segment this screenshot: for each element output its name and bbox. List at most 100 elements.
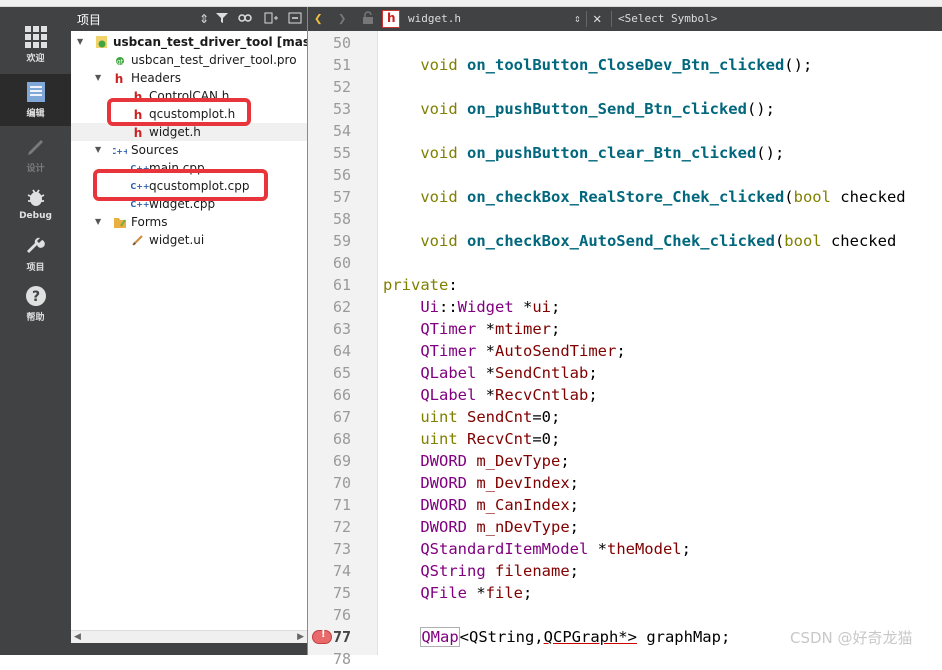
expand-arrow-icon[interactable]: ▼: [95, 72, 105, 84]
code-line[interactable]: void on_pushButton_clear_Btn_clicked();: [383, 142, 784, 164]
tree-item-usbcan-test-driver-tool-pro[interactable]: qt usbcan_test_driver_tool.pro: [71, 51, 307, 69]
mode-help[interactable]: ? 帮助: [0, 278, 71, 330]
code-line[interactable]: void on_pushButton_Send_Btn_clicked();: [383, 98, 775, 120]
code-line[interactable]: DWORD m_DevType;: [383, 450, 570, 472]
code-token: ;: [616, 342, 626, 360]
mode-label: 设计: [26, 164, 45, 174]
tree-item-forms[interactable]: ▼ Forms: [71, 213, 307, 231]
mode-wrench[interactable]: 项目: [0, 228, 71, 280]
code-line[interactable]: QMap<QString,QCPGraph*> graphMap;: [383, 626, 730, 648]
tree-item-qcustomplot-cpp[interactable]: C++ qcustomplot.cpp: [71, 177, 307, 195]
open-document-name[interactable]: widget.h: [408, 11, 461, 27]
code-line[interactable]: void on_checkBox_RealStore_Chek_clicked(…: [383, 186, 906, 208]
tree-item-widget-h[interactable]: h widget.h: [71, 123, 307, 141]
code-token: =0;: [532, 408, 561, 426]
mode-bar: 欢迎 编辑设计 Debug 项目? 帮助: [0, 7, 71, 655]
code-token: m_CanIndex: [476, 496, 570, 514]
code-line[interactable]: QTimer *AutoSendTimer;: [383, 340, 626, 362]
code-line[interactable]: uint SendCnt=0;: [383, 406, 560, 428]
warning-marker-icon[interactable]: [312, 629, 332, 644]
code-token: ;: [560, 452, 570, 470]
tree-item-widget-cpp[interactable]: C++ widget.cpp: [71, 195, 307, 213]
code-token: SendCnt: [467, 408, 533, 426]
code-token: file: [485, 584, 523, 602]
code-line[interactable]: DWORD m_CanIndex;: [383, 494, 579, 516]
code-token: RecvCnt: [467, 430, 533, 448]
line-number: 62: [332, 298, 351, 316]
scroll-right-icon[interactable]: ▶: [297, 632, 304, 642]
svg-text:h: h: [134, 90, 143, 103]
code-token: Ui: [420, 298, 439, 316]
code-line[interactable]: QTimer *mtimer;: [383, 318, 560, 340]
tree-item-controlcan-h[interactable]: h ControlCAN.h: [71, 87, 307, 105]
code-line[interactable]: void on_checkBox_AutoSend_Chek_clicked(b…: [383, 230, 896, 252]
code-token: DWORD: [420, 518, 467, 536]
link-editor-icon[interactable]: [237, 11, 253, 27]
code-token: on_pushButton_clear_Btn_clicked: [467, 144, 757, 162]
code-line[interactable]: QString filename;: [383, 560, 579, 582]
code-line[interactable]: private:: [383, 274, 458, 296]
code-token: checked: [830, 188, 906, 206]
code-line[interactable]: DWORD m_DevIndex;: [383, 472, 579, 494]
mode-grid[interactable]: 欢迎: [0, 19, 71, 71]
mode-bug[interactable]: Debug: [0, 177, 71, 229]
document-dropdown-icon[interactable]: ⇕: [574, 11, 581, 27]
code-token: ();: [784, 56, 813, 74]
project-pane-header: 项目 ⇕: [71, 7, 307, 31]
tree-item-headers[interactable]: ▼ h Headers: [71, 69, 307, 87]
code-token: on_checkBox_AutoSend_Chek_clicked: [467, 232, 775, 250]
tree-item-sources[interactable]: ▼ C++ Sources: [71, 141, 307, 159]
tree-item-widget-ui[interactable]: widget.ui: [71, 231, 307, 249]
line-number: 56: [332, 166, 351, 184]
code-line[interactable]: QLabel *SendCntlab;: [383, 362, 597, 384]
symbol-selector[interactable]: <Select Symbol>: [618, 11, 717, 27]
expand-arrow-icon[interactable]: ▼: [95, 216, 105, 228]
tree-item-main-cpp[interactable]: C++ main.cpp: [71, 159, 307, 177]
code-line[interactable]: DWORD m_nDevType;: [383, 516, 579, 538]
mode-edit-doc[interactable]: 编辑: [0, 74, 71, 126]
mode-pen: 设计: [0, 129, 71, 181]
filter-icon[interactable]: [214, 11, 230, 27]
view-selector-arrows-icon[interactable]: ⇕: [196, 11, 212, 27]
code-line[interactable]: Ui::Widget *ui;: [383, 296, 560, 318]
tree-item-usbcan-test-driver-tool-master[interactable]: ▼ usbcan_test_driver_tool [master]: [71, 33, 307, 51]
tree-item-label: widget.cpp: [149, 197, 216, 211]
code-editor[interactable]: void on_toolButton_CloseDev_Btn_clicked(…: [379, 31, 942, 655]
code-line[interactable]: void on_toolButton_CloseDev_Btn_clicked(…: [383, 54, 812, 76]
code-token: on_toolButton_CloseDev_Btn_clicked: [467, 56, 785, 74]
forms-folder-icon: [113, 215, 127, 229]
nav-back-icon[interactable]: ❮: [314, 11, 322, 27]
svg-text:h: h: [115, 72, 124, 85]
code-line[interactable]: uint RecvCnt=0;: [383, 428, 560, 450]
split-icon[interactable]: [263, 11, 279, 27]
code-token: mtimer: [495, 320, 551, 338]
code-token: *: [476, 320, 495, 338]
nav-forward-icon[interactable]: ❯: [338, 11, 346, 27]
code-line[interactable]: QFile *file;: [383, 582, 532, 604]
tree-item-qcustomplot-h[interactable]: h qcustomplot.h: [71, 105, 307, 123]
expand-arrow-icon[interactable]: ▼: [77, 36, 87, 48]
tree-horizontal-scrollbar[interactable]: ◀ ▶: [71, 630, 307, 643]
close-document-icon[interactable]: ✕: [593, 11, 601, 27]
scroll-left-icon[interactable]: ◀: [74, 632, 81, 642]
code-token: m_DevType: [476, 452, 561, 470]
bug-icon: [25, 186, 47, 208]
code-line[interactable]: QLabel *RecvCntlab;: [383, 384, 597, 406]
line-number: 73: [332, 540, 351, 558]
code-token: ;: [551, 320, 561, 338]
code-token: ;: [569, 496, 580, 514]
close-pane-icon[interactable]: [287, 11, 303, 27]
tree-item-label: ControlCAN.h: [149, 89, 230, 103]
expand-arrow-icon[interactable]: ▼: [95, 144, 105, 156]
pen-icon: [25, 136, 47, 158]
code-line[interactable]: QStandardItemModel *theModel;: [383, 538, 691, 560]
code-token: QLabel: [420, 364, 477, 382]
